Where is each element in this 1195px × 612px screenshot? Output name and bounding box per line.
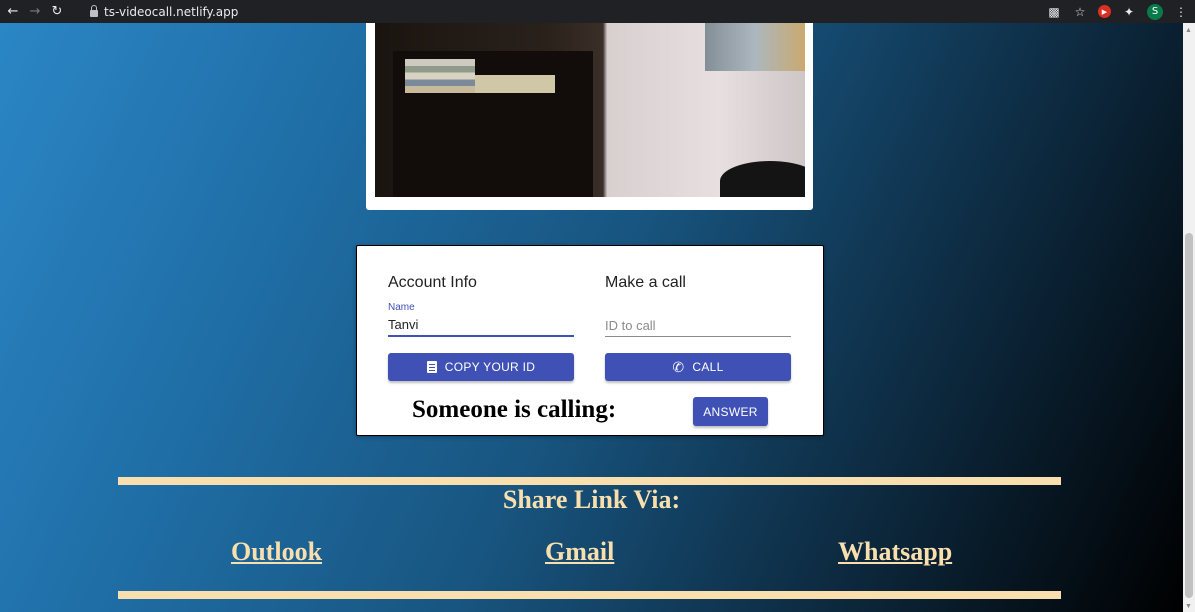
answer-label: ANSWER (703, 404, 758, 419)
video-books (405, 59, 475, 93)
camera-icon[interactable]: ▩ (1046, 4, 1062, 20)
whatsapp-link[interactable]: Whatsapp (838, 537, 952, 567)
name-field-underline (388, 335, 574, 337)
phone-icon: ✆ (672, 358, 685, 375)
account-info-title: Account Info (388, 274, 477, 291)
scroll-down-icon[interactable]: ▼ (1185, 603, 1192, 610)
puzzle-icon[interactable]: ✦ (1121, 4, 1137, 20)
make-call-title: Make a call (605, 274, 686, 291)
video-card (366, 23, 813, 210)
lock-icon (90, 4, 98, 17)
gmail-link[interactable]: Gmail (545, 537, 614, 567)
extension-icon[interactable]: ▶ (1098, 5, 1111, 18)
id-to-call-field[interactable] (605, 318, 791, 333)
call-form-card: Account Info Name Make a call COPY YOUR … (356, 245, 824, 436)
name-label: Name (388, 302, 415, 313)
outlook-link[interactable]: Outlook (231, 537, 322, 567)
video-feed (375, 23, 805, 197)
reload-icon[interactable]: ↻ (46, 1, 68, 23)
profile-avatar[interactable]: S (1147, 3, 1163, 20)
share-top-divider (118, 477, 1061, 485)
clipboard-icon (426, 361, 437, 373)
back-icon[interactable]: ← (2, 1, 24, 23)
menu-icon[interactable]: ⋮ (1173, 4, 1189, 20)
video-chair (720, 161, 805, 197)
answer-button[interactable]: ANSWER (693, 397, 768, 426)
incoming-call-text: Someone is calling: (412, 396, 617, 423)
page-scrollbar[interactable]: ▲ ▼ (1183, 23, 1195, 612)
copy-id-button[interactable]: COPY YOUR ID (388, 353, 574, 381)
video-bottles (705, 23, 805, 71)
id-field-underline (605, 336, 791, 337)
call-button[interactable]: ✆ CALL (605, 353, 791, 381)
scrollbar-thumb[interactable] (1185, 233, 1193, 598)
address-bar[interactable]: ts-videocall.netlify.app (80, 1, 1000, 22)
share-title: Share Link Via: (502, 485, 681, 514)
scroll-up-icon[interactable]: ▲ (1185, 27, 1192, 34)
call-label: CALL (692, 360, 724, 374)
browser-toolbar: ← → ↻ ts-videocall.netlify.app ▩ ☆ ▶ ✦ S… (0, 0, 1195, 23)
forward-icon[interactable]: → (24, 1, 46, 23)
share-bottom-divider (118, 591, 1061, 599)
page-viewport: Account Info Name Make a call COPY YOUR … (0, 23, 1183, 612)
name-field[interactable] (388, 317, 574, 332)
url-text: ts-videocall.netlify.app (104, 4, 239, 19)
copy-id-label: COPY YOUR ID (444, 360, 536, 374)
star-icon[interactable]: ☆ (1072, 4, 1088, 20)
video-object (475, 75, 555, 93)
